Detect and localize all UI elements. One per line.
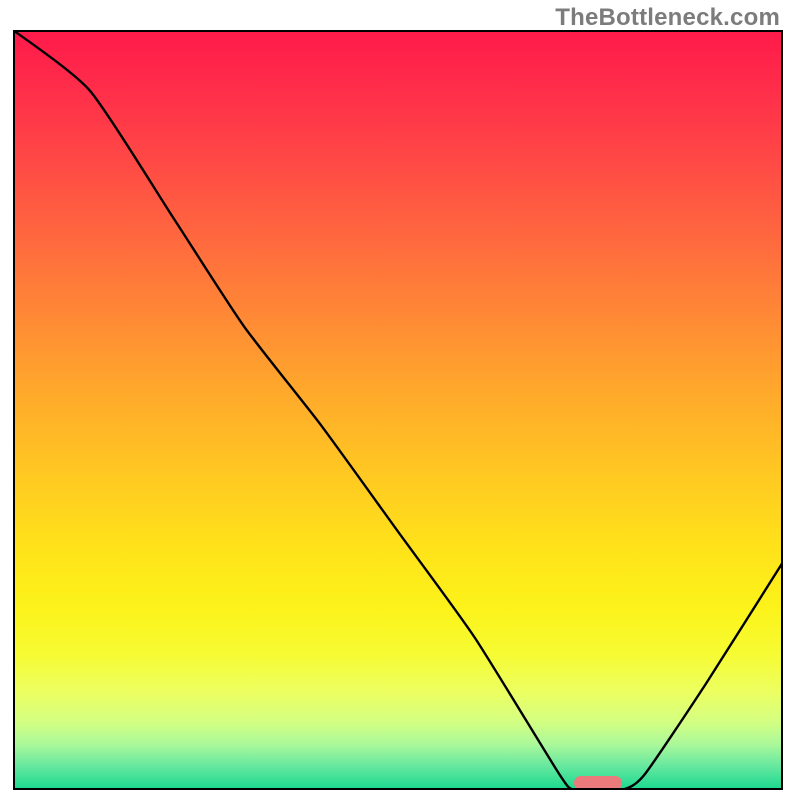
chart-stage: TheBottleneck.com bbox=[0, 0, 800, 800]
axis-bottom bbox=[13, 788, 783, 790]
axis-right bbox=[781, 30, 783, 790]
axis-left bbox=[13, 30, 15, 790]
gradient-background bbox=[13, 30, 783, 790]
chart-frame bbox=[13, 30, 783, 790]
watermark-text: TheBottleneck.com bbox=[555, 4, 780, 32]
